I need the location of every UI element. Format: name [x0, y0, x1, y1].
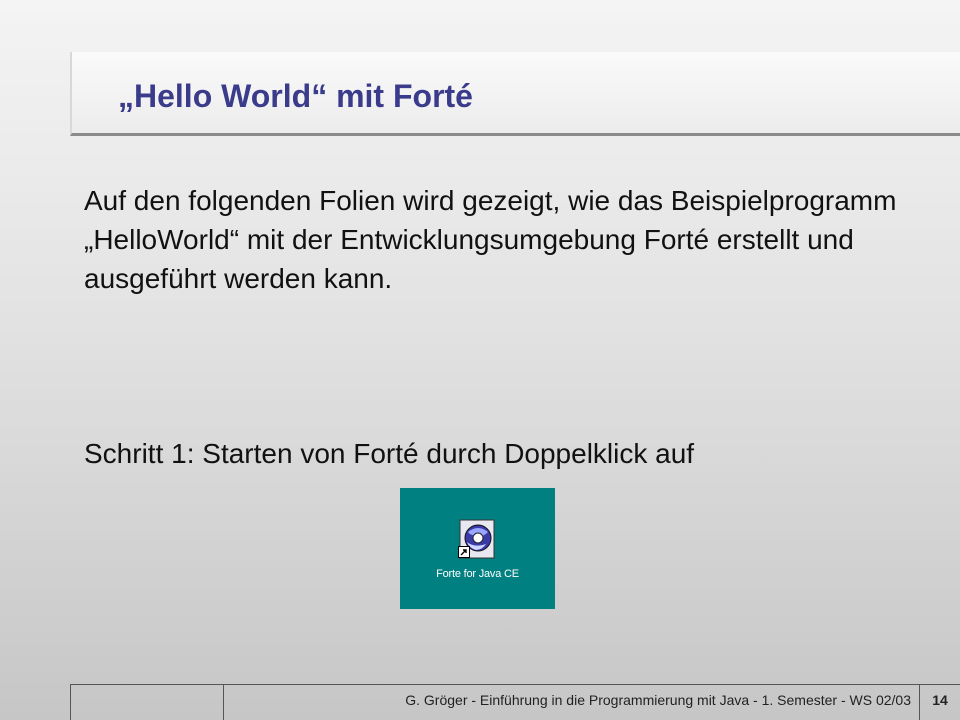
page-number: 14: [919, 685, 960, 720]
footer-blank-cell: [70, 685, 224, 720]
slide-title: „Hello World“ mit Forté: [118, 78, 473, 114]
intro-paragraph: Auf den folgenden Folien wird gezeigt, w…: [84, 185, 897, 294]
footer-text: G. Gröger - Einführung in die Programmie…: [405, 692, 911, 708]
desktop-icon-label: Forte for Java CE: [436, 568, 519, 580]
step-1-text: Schritt 1: Starten von Forté durch Doppe…: [84, 438, 695, 469]
slide-footer: G. Gröger - Einführung in die Programmie…: [70, 684, 960, 720]
desktop-shortcut-forte[interactable]: Forte for Java CE: [400, 488, 555, 609]
shortcut-arrow-icon: [458, 546, 470, 558]
